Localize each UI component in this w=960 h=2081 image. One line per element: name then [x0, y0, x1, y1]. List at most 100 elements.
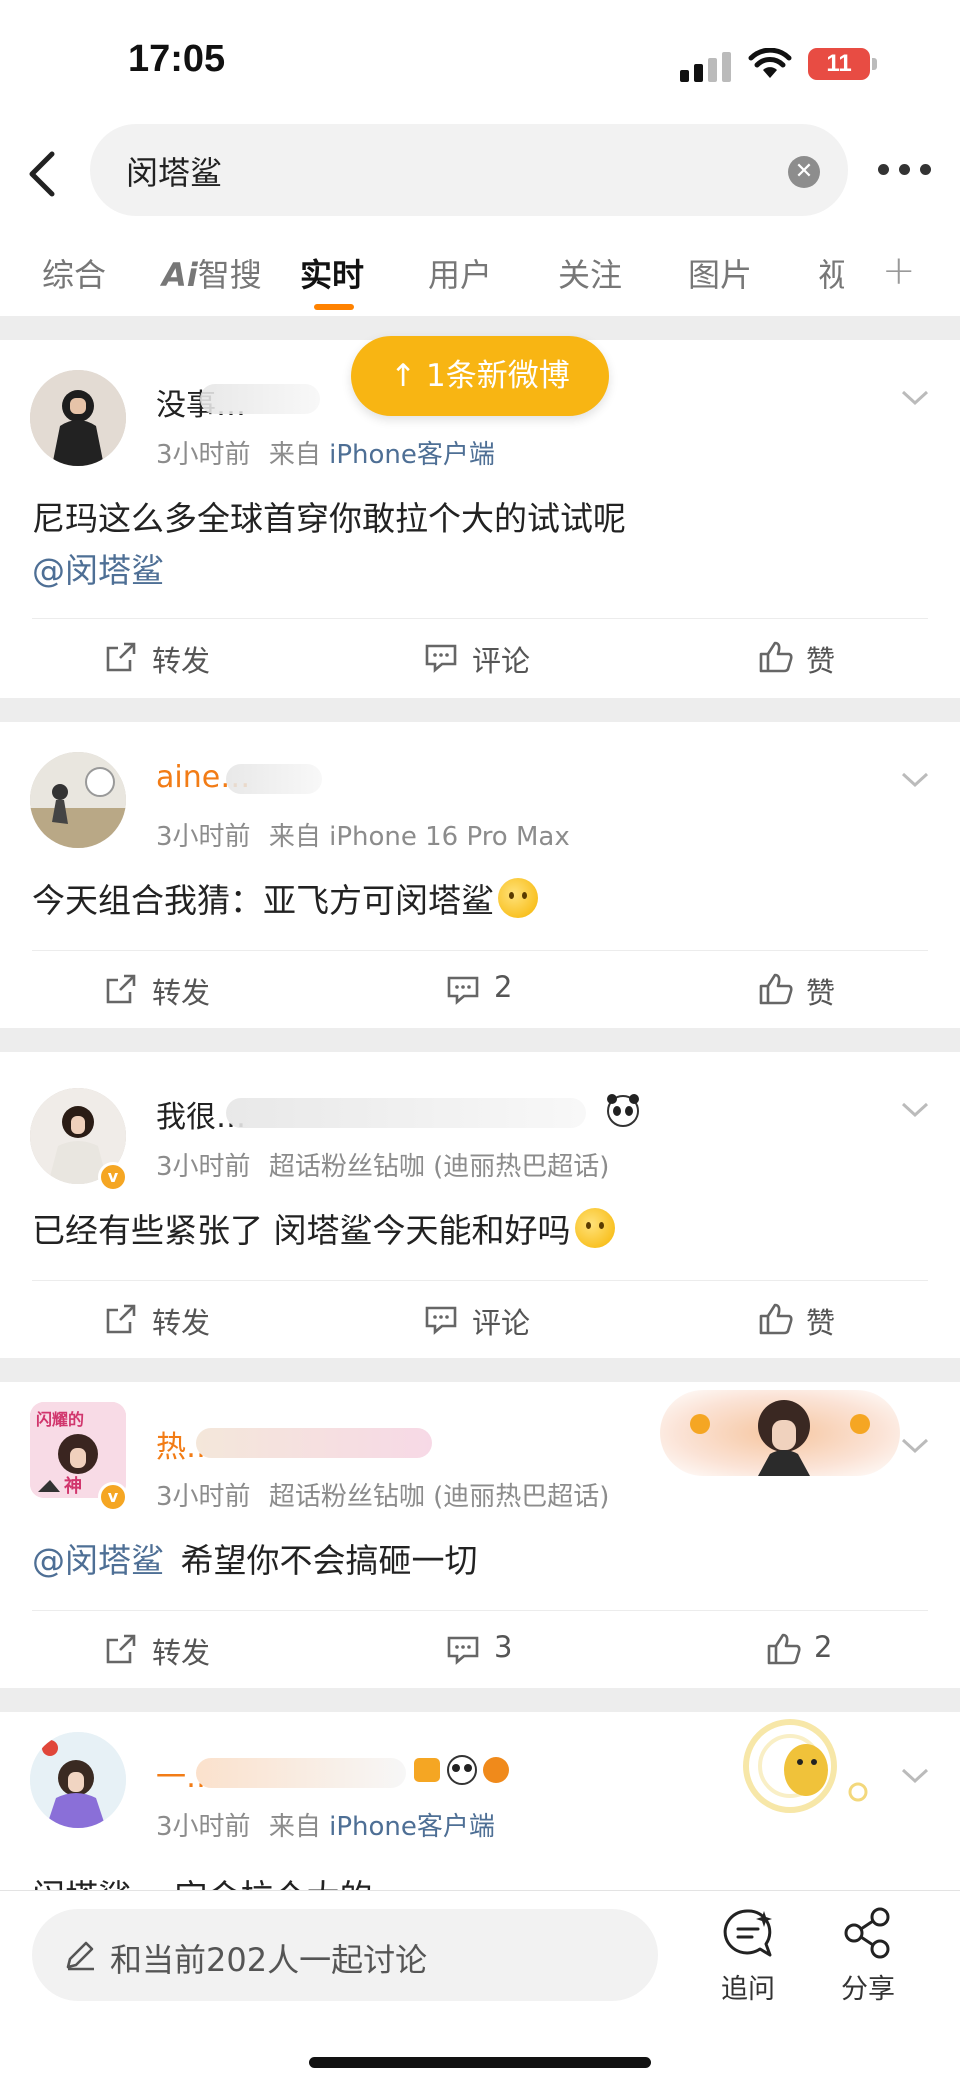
post-text: 尼玛这么多全球首穿你敢拉个大的试试呢 — [32, 499, 626, 538]
status-time: 17:05 — [128, 38, 226, 80]
post-meta: 3小时前 超话粉丝钻咖 (迪丽热巴超话) — [156, 1476, 609, 1513]
avatar[interactable] — [30, 370, 126, 466]
home-indicator — [309, 2057, 651, 2068]
post-time: 3小时前 — [156, 1482, 251, 1512]
chevron-down-icon[interactable] — [900, 1766, 930, 1786]
like-label: 赞 — [806, 1306, 836, 1340]
username-blur — [200, 384, 320, 414]
post-meta: 3小时前 来自 iPhone客户端 — [156, 1806, 495, 1843]
post-card[interactable]: 闪耀的 神 v 热… 3小时前 超话粉丝钻咖 (迪丽热巴超话) @闵塔鲨 希望你… — [0, 1382, 960, 1688]
post-time: 3小时前 — [156, 1152, 251, 1182]
card-decoration-pikachu — [740, 1712, 880, 1822]
post-source[interactable]: (迪丽热巴超话) — [433, 1152, 609, 1182]
mention-link[interactable]: @闵塔鲨 — [32, 544, 164, 592]
tab-images[interactable]: 图片 — [688, 250, 752, 296]
post-content: @闵塔鲨 希望你不会搞砸一切 — [32, 1534, 478, 1582]
like-count: 2 — [814, 1630, 833, 1664]
comment-label: 评论 — [472, 1306, 531, 1340]
ai-mark: Ai — [162, 256, 198, 294]
post-source[interactable]: iPhone 16 Pro Max — [329, 822, 570, 852]
post-text: 今天组合我猜：亚飞方可闵塔鲨 — [32, 881, 494, 920]
smile-emoji-icon — [574, 1208, 615, 1248]
like-icon — [767, 1633, 801, 1665]
ask-icon — [723, 1909, 772, 1957]
post-time: 3小时前 — [156, 440, 251, 470]
discussion-input[interactable]: 和当前202人一起讨论 — [32, 1909, 658, 2001]
username-blur — [226, 764, 322, 794]
post-time: 3小时前 — [156, 822, 251, 852]
post-content: 已经有些紧张了 闵塔鲨今天能和好吗 — [32, 1204, 615, 1252]
source-prefix: 来自 — [268, 822, 321, 852]
post-source[interactable]: iPhone客户端 — [329, 440, 495, 470]
tab-video[interactable]: 视 — [818, 250, 844, 296]
like-icon — [759, 1303, 793, 1335]
tab-following[interactable]: 关注 — [558, 250, 622, 296]
mention-link[interactable]: @闵塔鲨 — [32, 1541, 164, 1580]
source-prefix: 来自 — [268, 1812, 321, 1842]
divider — [32, 1280, 928, 1281]
source-prefix: 来自 — [268, 440, 321, 470]
tab-ai-search[interactable]: Ai智搜 — [162, 250, 262, 296]
post-source[interactable]: iPhone客户端 — [329, 1812, 495, 1842]
battery-icon: 11 — [808, 48, 870, 80]
search-header: 闵塔鲨 ✕ — [0, 120, 960, 230]
avatar[interactable] — [30, 1732, 126, 1828]
chevron-down-icon[interactable] — [900, 1436, 930, 1456]
source-prefix: 超话粉丝钻咖 — [268, 1482, 425, 1512]
comment-count: 3 — [494, 1630, 513, 1664]
share-icon — [844, 1907, 890, 1959]
post-card[interactable]: v 我很… 3小时前 超话粉丝钻咖 (迪丽热巴超话) 已经有些紧张了 闵塔鲨今天… — [0, 1052, 960, 1358]
share-label: 分享 — [841, 1974, 895, 2005]
comment-label: 评论 — [472, 644, 531, 678]
tab-general[interactable]: 综合 — [42, 250, 106, 296]
tab-users[interactable]: 用户 — [428, 250, 492, 296]
clear-icon[interactable]: ✕ — [788, 156, 820, 188]
panda-icon — [604, 1092, 642, 1128]
chevron-down-icon[interactable] — [900, 770, 930, 790]
post-card[interactable]: 一… 3小时前 来自 iPhone客户端 闵塔鲨 一定会拉个大的 — [0, 1712, 960, 1916]
more-icon[interactable] — [878, 164, 932, 176]
repost-icon — [106, 1304, 136, 1334]
comment-icon — [447, 1636, 479, 1665]
post-text: 已经有些紧张了 闵塔鲨今天能和好吗 — [32, 1211, 571, 1250]
like-icon — [759, 973, 793, 1005]
post-meta: 3小时前 来自 iPhone客户端 — [156, 434, 495, 471]
comment-icon — [447, 976, 479, 1005]
tab-realtime[interactable]: 实时 — [300, 250, 364, 296]
repost-label: 转发 — [152, 1306, 211, 1340]
post-time: 3小时前 — [156, 1812, 251, 1842]
post-content: 今天组合我猜：亚飞方可闵塔鲨 — [32, 874, 538, 922]
active-tab-indicator — [314, 304, 354, 310]
repost-icon — [106, 974, 136, 1004]
comment-icon — [425, 644, 457, 673]
post-meta: 3小时前 来自 iPhone 16 Pro Max — [156, 816, 570, 853]
repost-label: 转发 — [152, 976, 211, 1010]
avatar-caption-bottom: 神 — [64, 1476, 82, 1497]
avatar-caption-top: 闪耀的 — [36, 1410, 85, 1429]
search-query: 闵塔鲨 — [126, 154, 223, 192]
chevron-down-icon[interactable] — [900, 388, 930, 408]
back-icon[interactable] — [20, 146, 64, 202]
divider — [32, 618, 928, 619]
new-posts-button[interactable]: ↑ 1条新微博 — [351, 336, 609, 416]
search-input[interactable]: 闵塔鲨 ✕ — [90, 124, 848, 216]
share-button[interactable]: 分享 — [828, 1905, 908, 2015]
thinking-emoji-icon — [498, 878, 538, 918]
repost-label: 转发 — [152, 644, 211, 678]
avatar[interactable] — [30, 752, 126, 848]
add-tab-icon[interactable]: + — [882, 248, 916, 294]
post-card[interactable]: aine… 3小时前 来自 iPhone 16 Pro Max 今天组合我猜：亚… — [0, 722, 960, 1028]
pencil-icon — [66, 1941, 94, 1971]
repost-icon — [106, 1634, 136, 1664]
tab-ai-search-label: 智搜 — [197, 256, 262, 294]
ask-label: 追问 — [721, 1974, 775, 2005]
ask-button[interactable]: 追问 — [708, 1905, 788, 2015]
battery-cap — [872, 58, 877, 70]
badge-icons — [412, 1752, 512, 1788]
username-blur — [196, 1758, 406, 1788]
chevron-down-icon[interactable] — [900, 1100, 930, 1120]
source-prefix: 超话粉丝钻咖 — [268, 1152, 425, 1182]
post-source[interactable]: (迪丽热巴超话) — [433, 1482, 609, 1512]
repost-label: 转发 — [152, 1636, 211, 1670]
wifi-icon — [748, 48, 792, 78]
